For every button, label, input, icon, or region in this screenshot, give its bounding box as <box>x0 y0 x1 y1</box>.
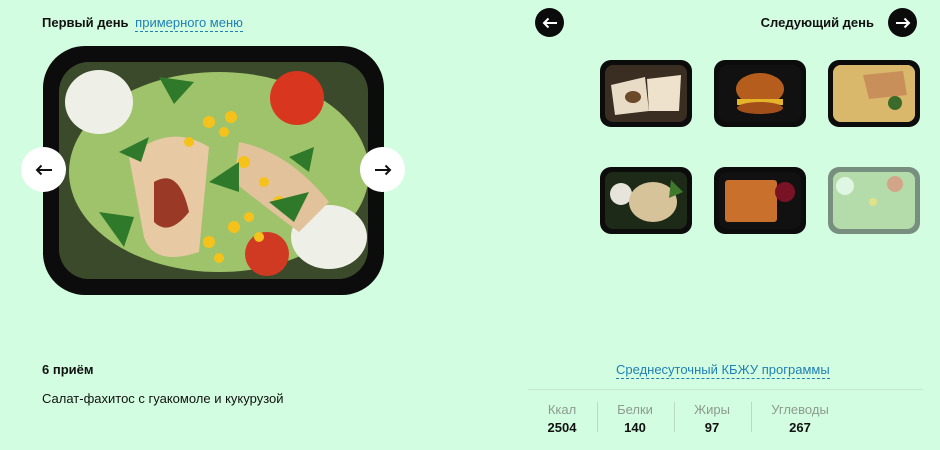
stat-value: 267 <box>789 420 811 435</box>
stat-value: 97 <box>704 420 720 435</box>
main-dish-image <box>43 46 384 295</box>
stat-value: 140 <box>624 420 646 435</box>
divider <box>528 389 923 390</box>
stat-divider <box>751 402 752 432</box>
stat-divider <box>597 402 598 432</box>
arrow-right-icon <box>374 164 391 175</box>
stat-carbs: Углеводы 267 <box>768 402 832 435</box>
stat-protein: Белки 140 <box>611 402 659 435</box>
stat-label: Ккал <box>547 402 577 417</box>
gallery-prev-button[interactable] <box>21 147 66 192</box>
day-label: Первый день <box>42 15 129 30</box>
kbju-link[interactable]: Среднесуточный КБЖУ программы <box>616 362 830 379</box>
day-title: Первый день примерного меню <box>42 15 243 32</box>
stat-divider <box>674 402 675 432</box>
salad-illustration <box>59 62 368 279</box>
thumbnail-couscous[interactable] <box>828 60 920 127</box>
thumbnail-burger[interactable] <box>714 60 806 127</box>
thumbnail-fajitas-salad[interactable] <box>828 167 920 234</box>
stat-value: 2504 <box>547 420 577 435</box>
meal-number: 6 приём <box>42 362 94 377</box>
thumbnail-wrap[interactable] <box>600 60 692 127</box>
arrow-right-icon <box>895 17 910 28</box>
thumbnail-porridge[interactable] <box>600 167 692 234</box>
stat-label: Углеводы <box>771 402 829 417</box>
prev-day-button[interactable] <box>535 8 564 37</box>
arrow-left-icon <box>542 17 557 28</box>
next-day-label[interactable]: Следующий день <box>761 15 874 30</box>
arrow-left-icon <box>35 164 52 175</box>
menu-link[interactable]: примерного меню <box>135 15 243 32</box>
stat-kcal: Ккал 2504 <box>541 402 583 435</box>
meal-name: Салат-фахитос с гуакомоле и кукурузой <box>42 391 284 406</box>
stat-label: Белки <box>617 402 653 417</box>
thumbnail-casserole[interactable] <box>714 167 806 234</box>
stat-label: Жиры <box>694 402 730 417</box>
stat-fat: Жиры 97 <box>690 402 734 435</box>
gallery-next-button[interactable] <box>360 147 405 192</box>
next-day-button[interactable] <box>888 8 917 37</box>
